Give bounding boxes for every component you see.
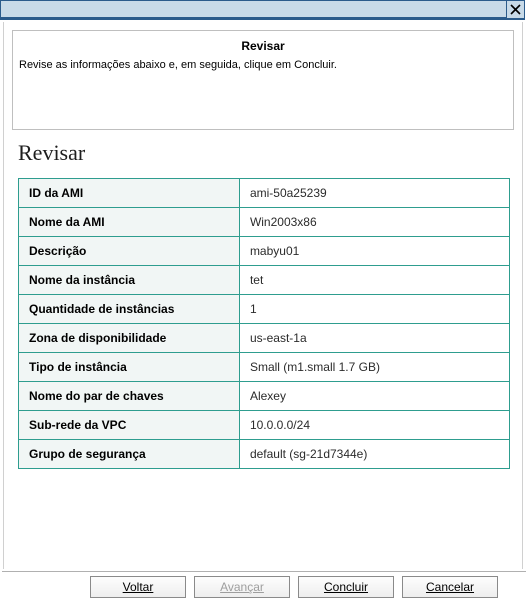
- review-table: ID da AMIami-50a25239 Nome da AMIWin2003…: [18, 178, 510, 469]
- table-row: Nome do par de chavesAlexey: [19, 382, 510, 411]
- table-row: ID da AMIami-50a25239: [19, 179, 510, 208]
- table-row: Nome da instânciatet: [19, 266, 510, 295]
- review-value: ami-50a25239: [239, 179, 509, 208]
- table-row: Descriçãomabyu01: [19, 237, 510, 266]
- wizard-button-row: Voltar Avançar Concluir Cancelar: [0, 574, 526, 600]
- section-title: Revisar: [18, 140, 508, 166]
- dialog-content: Revisar Revise as informações abaixo e, …: [3, 22, 523, 569]
- table-row: Sub-rede da VPC10.0.0.0/24: [19, 411, 510, 440]
- titlebar-underline: [0, 18, 525, 20]
- review-section: Revisar ID da AMIami-50a25239 Nome da AM…: [4, 130, 522, 469]
- review-label: ID da AMI: [19, 179, 240, 208]
- wizard-title: Revisar: [19, 39, 507, 53]
- review-label: Grupo de segurança: [19, 440, 240, 469]
- wizard-header: Revisar Revise as informações abaixo e, …: [12, 30, 514, 130]
- review-label: Nome da AMI: [19, 208, 240, 237]
- review-label: Sub-rede da VPC: [19, 411, 240, 440]
- review-value: tet: [239, 266, 509, 295]
- close-icon: [510, 4, 521, 15]
- cancel-button[interactable]: Cancelar: [402, 576, 498, 598]
- review-label: Nome do par de chaves: [19, 382, 240, 411]
- review-value: Win2003x86: [239, 208, 509, 237]
- table-row: Nome da AMIWin2003x86: [19, 208, 510, 237]
- button-separator: [2, 571, 526, 572]
- table-row: Grupo de segurançadefault (sg-21d7344e): [19, 440, 510, 469]
- table-row: Quantidade de instâncias1: [19, 295, 510, 324]
- review-label: Nome da instância: [19, 266, 240, 295]
- dialog-titlebar: [0, 0, 525, 18]
- finish-button[interactable]: Concluir: [298, 576, 394, 598]
- finish-label: Concluir: [324, 580, 368, 594]
- table-row: Zona de disponibilidadeus-east-1a: [19, 324, 510, 353]
- wizard-description: Revise as informações abaixo e, em segui…: [19, 59, 507, 71]
- review-label: Descrição: [19, 237, 240, 266]
- review-value: Alexey: [239, 382, 509, 411]
- back-label: Voltar: [123, 580, 154, 594]
- table-row: Tipo de instânciaSmall (m1.small 1.7 GB): [19, 353, 510, 382]
- review-label: Tipo de instância: [19, 353, 240, 382]
- review-value: 1: [239, 295, 509, 324]
- review-label: Zona de disponibilidade: [19, 324, 240, 353]
- cancel-label: Cancelar: [426, 580, 474, 594]
- review-value: 10.0.0.0/24: [239, 411, 509, 440]
- close-button[interactable]: [506, 1, 524, 18]
- back-button[interactable]: Voltar: [90, 576, 186, 598]
- review-value: default (sg-21d7344e): [239, 440, 509, 469]
- next-button: Avançar: [194, 576, 290, 598]
- review-value: Small (m1.small 1.7 GB): [239, 353, 509, 382]
- review-value: mabyu01: [239, 237, 509, 266]
- next-label: Avançar: [220, 580, 264, 594]
- review-label: Quantidade de instâncias: [19, 295, 240, 324]
- review-value: us-east-1a: [239, 324, 509, 353]
